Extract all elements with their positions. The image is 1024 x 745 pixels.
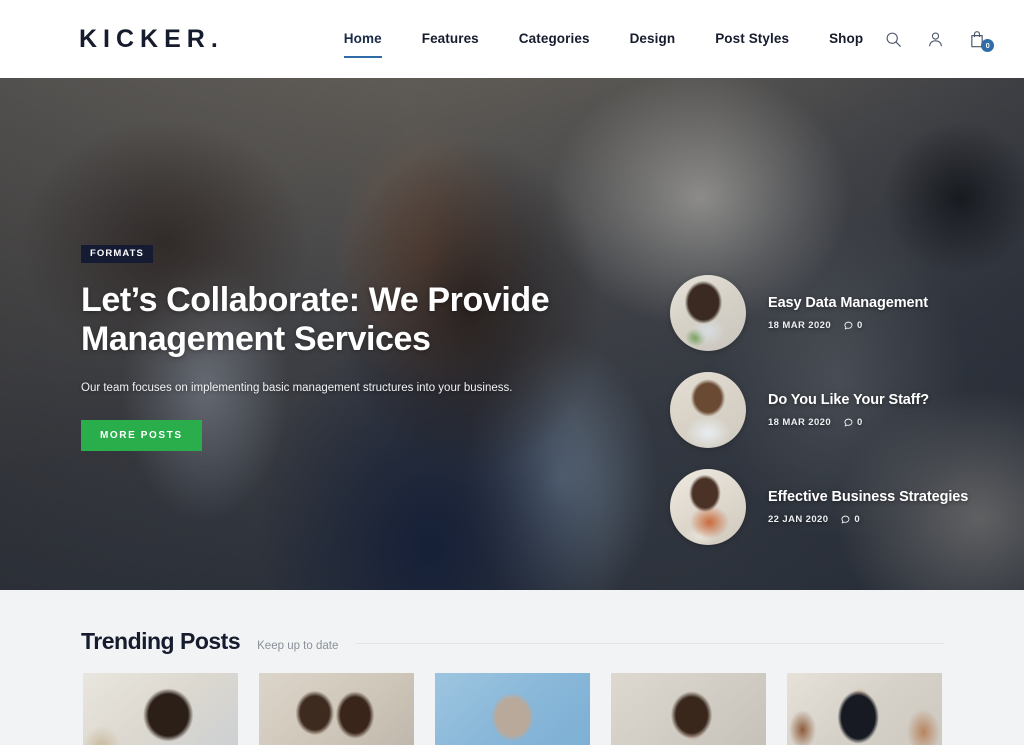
hero-side-post-title[interactable]: Effective Business Strategies: [768, 489, 968, 506]
hero-side-post-meta: 18 MAR 2020 0: [768, 417, 929, 428]
hero-side-post[interactable]: Effective Business Strategies 22 JAN 202…: [670, 468, 990, 546]
user-icon[interactable]: [925, 28, 945, 50]
hero-side-post-thumbnail: [670, 469, 746, 545]
hero-side-post-meta: 22 JAN 2020 0: [768, 514, 968, 525]
trending-card[interactable]: [435, 673, 590, 745]
trending-card-grid: [0, 653, 1024, 745]
trending-header: Trending Posts Keep up to date: [0, 590, 1024, 653]
hero-side-post-list: Easy Data Management 18 MAR 2020 0 Do Yo…: [670, 274, 990, 565]
hero-side-post-thumbnail: [670, 372, 746, 448]
nav-item-shop[interactable]: Shop: [809, 25, 883, 54]
hero-side-post-thumbnail: [670, 275, 746, 351]
more-posts-button[interactable]: MORE POSTS: [81, 420, 202, 452]
hero-side-post[interactable]: Easy Data Management 18 MAR 2020 0: [670, 274, 990, 352]
nav-item-home[interactable]: Home: [324, 25, 402, 58]
comment-bubble-icon: [841, 515, 850, 524]
comment-bubble-icon: [844, 418, 853, 427]
trending-card[interactable]: [83, 673, 238, 745]
trending-card[interactable]: [611, 673, 766, 745]
hero-side-post-comment-count: 0: [857, 416, 863, 428]
hero-category-badge[interactable]: FORMATS: [81, 245, 153, 263]
hero-side-post[interactable]: Do You Like Your Staff? 18 MAR 2020 0: [670, 371, 990, 449]
nav-item-categories[interactable]: Categories: [499, 25, 610, 54]
trending-subtitle: Keep up to date: [257, 640, 339, 652]
site-header: KICKER. Home Features Categories Design …: [0, 0, 1024, 78]
header-icon-group: 0: [883, 28, 995, 52]
hero-side-post-comment-count: 0: [857, 319, 863, 331]
trending-posts-section: Trending Posts Keep up to date: [0, 590, 1024, 745]
hero-side-post-comment-count: 0: [854, 513, 861, 525]
hero-side-post-comments: 0: [841, 514, 860, 525]
cart-icon[interactable]: 0: [967, 28, 995, 52]
nav-item-design[interactable]: Design: [610, 25, 696, 54]
hero-side-post-meta: 18 MAR 2020 0: [768, 320, 928, 331]
nav-item-features[interactable]: Features: [402, 25, 499, 54]
hero-side-post-comments: 0: [844, 417, 863, 428]
trending-card[interactable]: [259, 673, 414, 745]
hero-title: Let’s Collaborate: We Provide Management…: [81, 280, 550, 359]
hero-side-post-date: 22 JAN 2020: [768, 513, 829, 525]
hero-subtitle: Our team focuses on implementing basic m…: [81, 382, 513, 395]
cart-count-badge: 0: [981, 39, 995, 52]
hero-side-post-title[interactable]: Do You Like Your Staff?: [768, 392, 929, 409]
hero-section: FORMATS Let’s Collaborate: We Provide Ma…: [0, 78, 1024, 590]
trending-title: Trending Posts: [81, 628, 241, 654]
site-logo[interactable]: KICKER.: [79, 26, 224, 52]
hero-side-post-title[interactable]: Easy Data Management: [768, 295, 928, 312]
main-navigation: Home Features Categories Design Post Sty…: [324, 25, 883, 58]
hero-side-post-date: 18 MAR 2020: [768, 416, 832, 428]
nav-item-post-styles[interactable]: Post Styles: [695, 25, 809, 54]
trending-card[interactable]: [787, 673, 942, 745]
trending-divider: [356, 643, 944, 644]
hero-content: FORMATS Let’s Collaborate: We Provide Ma…: [81, 243, 551, 452]
hero-side-post-date: 18 MAR 2020: [768, 319, 832, 331]
search-icon[interactable]: [883, 28, 903, 50]
hero-side-post-comments: 0: [844, 320, 863, 331]
comment-bubble-icon: [844, 321, 853, 330]
